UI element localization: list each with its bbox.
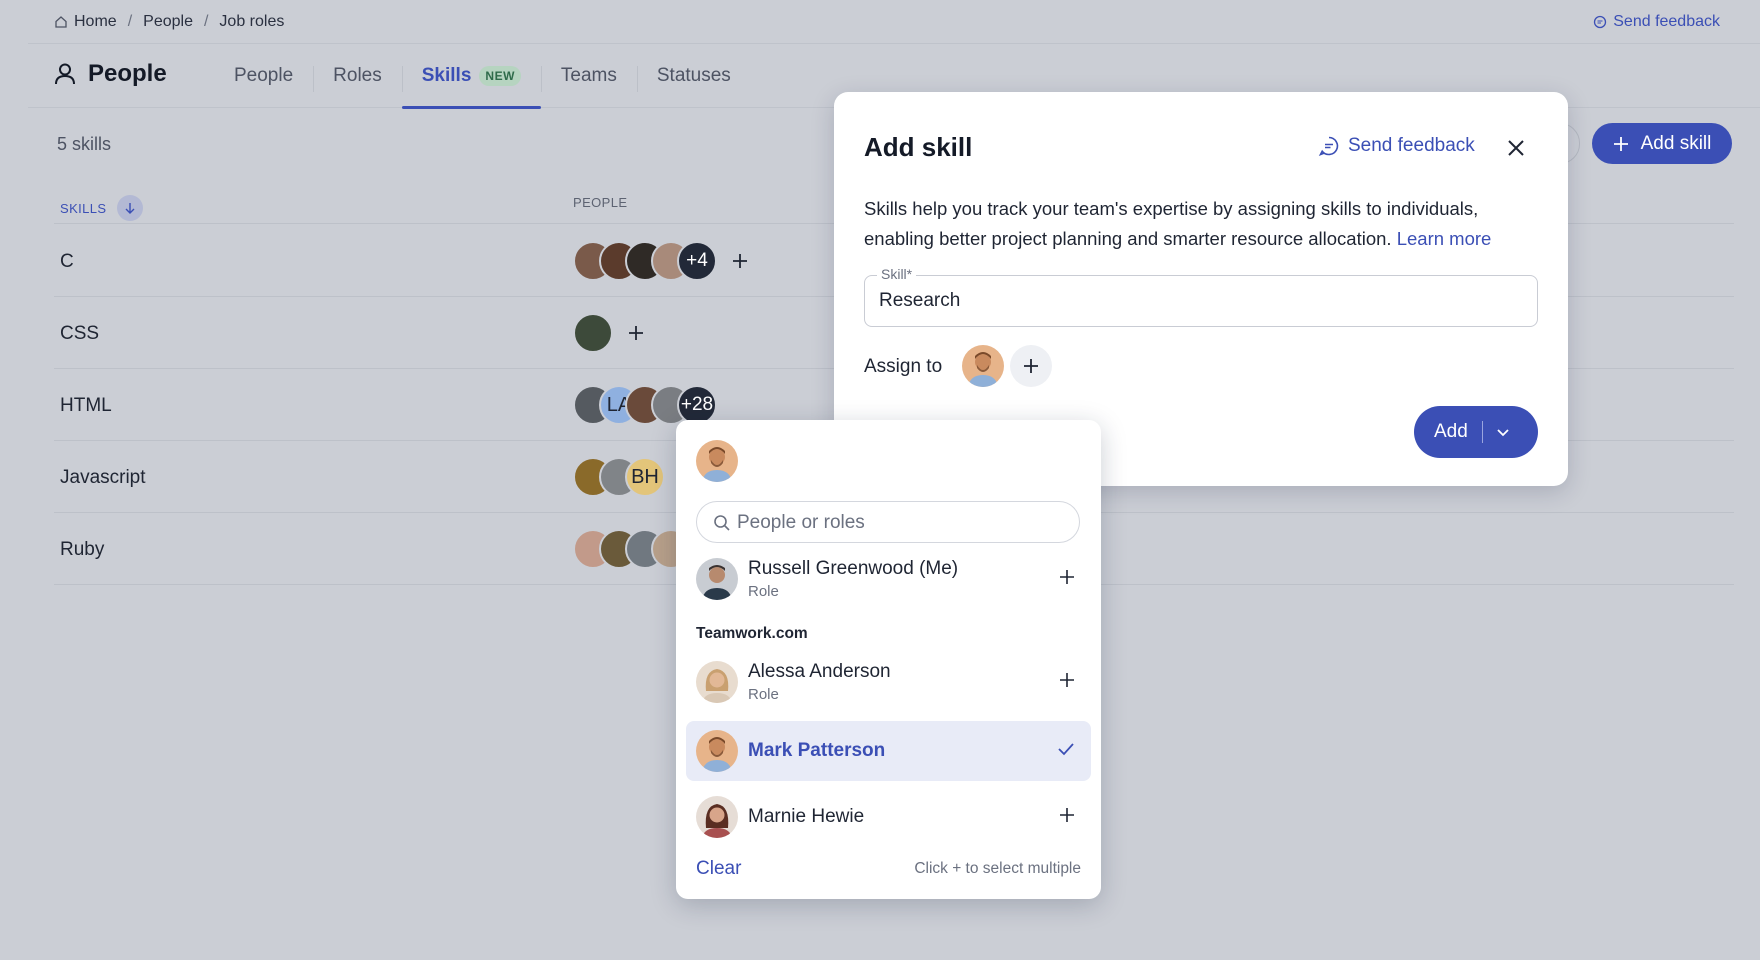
people-column-header: PEOPLE (573, 195, 628, 210)
breadcrumb-separator: / (203, 13, 209, 30)
people-search[interactable] (696, 501, 1080, 543)
avatar (696, 730, 738, 772)
skill-name: HTML (60, 395, 112, 416)
assign-to-label: Assign to (864, 356, 943, 377)
modal-description-text: Skills help you track your team's expert… (864, 198, 1479, 249)
add-assignee-button[interactable] (1010, 345, 1052, 387)
breadcrumb-people[interactable]: People (143, 13, 193, 31)
tab-roles-label: Roles (333, 65, 382, 86)
modal-title: Add skill (864, 132, 973, 162)
tab-skills-label: Skills (421, 65, 472, 86)
avatar-group[interactable] (573, 529, 691, 569)
learn-more-link[interactable]: Learn more (1397, 228, 1492, 249)
clear-button[interactable]: Clear (696, 858, 741, 880)
chevron-down-icon[interactable] (1495, 424, 1511, 440)
page-title-text: People (88, 60, 167, 87)
skill-field[interactable]: Skill* (864, 266, 1538, 327)
tab-teams[interactable]: Teams (540, 44, 637, 108)
tab-skills[interactable]: Skills NEW (401, 44, 542, 109)
search-icon (714, 515, 730, 531)
avatar (573, 313, 613, 353)
tab-people[interactable]: People (214, 44, 313, 108)
more-count-badge[interactable]: +4 (677, 241, 717, 281)
more-count-badge[interactable]: +28 (677, 385, 717, 425)
breadcrumb-job-roles: Job roles (219, 13, 285, 30)
avatar (696, 558, 738, 600)
tab-statuses-label: Statuses (656, 65, 731, 86)
avatar (696, 796, 738, 838)
assigned-avatar[interactable] (962, 345, 1004, 387)
breadcrumb: Home / People / Job roles (54, 13, 284, 31)
multi-select-hint: Click + to select multiple (914, 860, 1081, 877)
avatar-group[interactable]: LA +28 (573, 385, 717, 425)
tab-bar: People Roles Skills NEW Teams Statuses (214, 44, 751, 109)
top-send-feedback-label: Send feedback (1613, 13, 1720, 30)
avatar-group[interactable]: +4 (573, 241, 749, 281)
breadcrumb-home[interactable]: Home (74, 13, 117, 31)
list-item-marnie-hewie[interactable]: Marnie Hewie (686, 787, 1091, 847)
list-item-alessa-anderson[interactable]: Alessa Anderson Role (686, 652, 1091, 712)
skill-name: C (60, 251, 74, 272)
skill-input[interactable] (879, 290, 1519, 312)
close-icon (1508, 140, 1524, 156)
plus-icon[interactable] (1059, 672, 1075, 688)
avatar-group[interactable]: BH (573, 457, 665, 497)
new-badge: NEW (479, 66, 521, 86)
selected-assignee-avatar[interactable] (696, 440, 738, 482)
assignee-dropdown: Russell Greenwood (Me) Role Teamwork.com… (676, 420, 1101, 899)
tab-roles[interactable]: Roles (313, 44, 402, 108)
home-icon (55, 16, 67, 28)
people-search-input[interactable] (737, 512, 1067, 534)
person-icon (55, 63, 75, 85)
plus-icon[interactable] (1059, 807, 1075, 823)
skill-name: CSS (60, 323, 100, 344)
sort-descending-icon[interactable] (116, 195, 143, 221)
tab-people-label: People (234, 65, 294, 86)
avatar (696, 661, 738, 703)
modal-send-feedback-link[interactable]: Send feedback (1318, 135, 1475, 157)
add-button[interactable]: Add (1414, 406, 1538, 458)
close-button[interactable] (1502, 134, 1530, 162)
tab-teams-label: Teams (560, 65, 617, 86)
add-button-label: Add (1434, 421, 1468, 442)
list-item-mark-patterson[interactable]: Mark Patterson (686, 721, 1091, 781)
top-bar: Home / People / Job roles Send feedback (28, 0, 1760, 44)
chat-bubble-icon (1318, 136, 1339, 157)
add-skill-button[interactable]: Add skill (1592, 123, 1732, 164)
group-label: Teamwork.com (696, 625, 808, 642)
skill-name: Javascript (60, 467, 146, 488)
plus-icon[interactable] (1059, 569, 1075, 585)
checkmark-icon[interactable] (1057, 741, 1075, 757)
skills-column-label: SKILLS (60, 200, 107, 216)
top-send-feedback-link[interactable]: Send feedback (1593, 13, 1720, 31)
modal-send-feedback-label: Send feedback (1348, 135, 1475, 156)
plus-icon[interactable] (731, 252, 749, 270)
person-name: Marnie Hewie (748, 806, 865, 827)
person-name: Russell Greenwood (Me) (748, 558, 959, 579)
person-name: Mark Patterson (748, 740, 886, 761)
plus-icon[interactable] (627, 324, 645, 342)
modal-description: Skills help you track your team's expert… (864, 194, 1544, 254)
chat-bubble-icon (1594, 15, 1607, 29)
page-title: People (54, 60, 167, 88)
tab-statuses[interactable]: Statuses (636, 44, 751, 108)
list-item-russell-greenwood[interactable]: Russell Greenwood (Me) Role (686, 549, 1091, 609)
skills-count: 5 skills (57, 134, 112, 154)
plus-icon (1613, 136, 1628, 151)
skill-name: Ruby (60, 539, 105, 560)
plus-icon (1024, 359, 1038, 373)
button-divider (1481, 421, 1484, 443)
skills-column-header[interactable]: SKILLS (60, 195, 143, 221)
add-skill-label: Add skill (1640, 132, 1712, 154)
person-role: Role (748, 686, 779, 703)
avatar-initials: BH (625, 457, 665, 497)
avatar-group[interactable] (573, 313, 645, 353)
person-name: Alessa Anderson (748, 661, 891, 682)
skill-field-label: Skill* (877, 266, 917, 282)
breadcrumb-separator: / (127, 13, 133, 30)
person-role: Role (748, 583, 779, 600)
